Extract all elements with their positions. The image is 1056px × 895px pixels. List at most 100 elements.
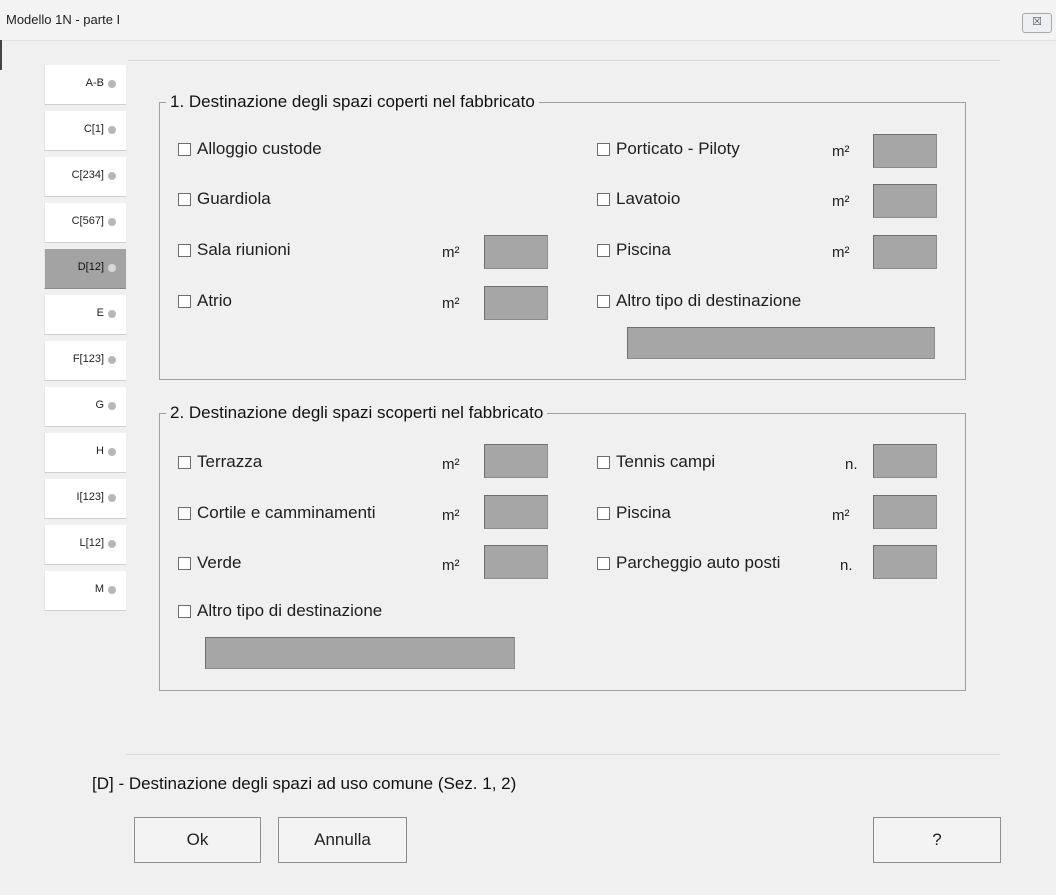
checkbox-box[interactable] — [597, 192, 610, 206]
tab-c-1[interactable]: C[1] — [44, 111, 126, 151]
checkbox-box[interactable] — [597, 506, 610, 520]
atrio-area-input[interactable] — [484, 286, 548, 320]
tab-l-12[interactable]: L[12] — [44, 525, 126, 565]
bottom-divider — [126, 754, 1000, 755]
checkbox-box[interactable] — [597, 455, 610, 469]
tab-g[interactable]: G — [44, 387, 126, 427]
help-button[interactable]: ? — [873, 817, 1001, 863]
tab-label: I[123] — [76, 491, 104, 503]
checkbox-piscina-coperta[interactable]: Piscina — [597, 240, 671, 260]
status-dot-icon — [108, 80, 116, 88]
checkbox-label: Piscina — [616, 503, 671, 522]
checkbox-porticato-piloty[interactable]: Porticato - Piloty — [597, 139, 740, 159]
terrazza-area-input[interactable] — [484, 444, 548, 478]
checkbox-verde[interactable]: Verde — [178, 553, 241, 573]
dialog-window: Modello 1N - parte I ☒ A-B C[1] C[234] C[56… — [0, 0, 1056, 895]
tab-c-567[interactable]: C[567] — [44, 203, 126, 243]
checkbox-label: Terrazza — [197, 452, 263, 471]
tab-i-123[interactable]: I[123] — [44, 479, 126, 519]
checkbox-label: Piscina — [616, 240, 671, 259]
checkbox-altro-destinazione-scoperta[interactable]: Altro tipo di destinazione — [178, 601, 382, 621]
checkbox-cortile-camminamenti[interactable]: Cortile e camminamenti — [178, 503, 376, 523]
status-dot-icon — [108, 494, 116, 502]
checkbox-box[interactable] — [178, 556, 191, 570]
checkbox-box[interactable] — [178, 294, 191, 308]
section-2-title: 2. Destinazione degli spazi scoperti nel… — [166, 403, 548, 423]
status-dot-icon — [108, 218, 116, 226]
unit-label: m² — [832, 244, 850, 261]
checkbox-label: Porticato - Piloty — [616, 139, 740, 158]
unit-label: m² — [442, 456, 460, 473]
cortile-area-input[interactable] — [484, 495, 548, 529]
unit-label: n. — [845, 456, 858, 473]
ok-button[interactable]: Ok — [134, 817, 261, 863]
top-divider — [128, 60, 1000, 61]
tab-h[interactable]: H — [44, 433, 126, 473]
status-dot-icon — [108, 356, 116, 364]
window-edge-marker — [0, 40, 2, 70]
checkbox-box[interactable] — [597, 556, 610, 570]
checkbox-alloggio-custode[interactable]: Alloggio custode — [178, 139, 322, 159]
altro-destinazione-scoperta-input[interactable] — [205, 637, 515, 669]
checkbox-box[interactable] — [178, 243, 191, 257]
tab-label: C[234] — [71, 169, 104, 181]
checkbox-guardiola[interactable]: Guardiola — [178, 189, 271, 209]
status-dot-icon — [108, 310, 116, 318]
altro-destinazione-coperta-input[interactable] — [627, 327, 935, 359]
status-dot-icon — [108, 540, 116, 548]
tab-c-234[interactable]: C[234] — [44, 157, 126, 197]
checkbox-box[interactable] — [597, 243, 610, 257]
unit-label: m² — [442, 507, 460, 524]
checkbox-box[interactable] — [178, 142, 191, 156]
tab-a-b[interactable]: A-B — [44, 65, 126, 105]
piscina-scoperta-area-input[interactable] — [873, 495, 937, 529]
checkbox-box[interactable] — [178, 192, 191, 206]
tab-f-123[interactable]: F[123] — [44, 341, 126, 381]
tab-label: L[12] — [79, 537, 104, 549]
checkbox-box[interactable] — [597, 142, 610, 156]
cancel-button[interactable]: Annulla — [278, 817, 407, 863]
checkbox-tennis-campi[interactable]: Tennis campi — [597, 452, 715, 472]
sala-riunioni-area-input[interactable] — [484, 235, 548, 269]
tennis-campi-count-input[interactable] — [873, 444, 937, 478]
unit-label: m² — [832, 507, 850, 524]
status-dot-icon — [108, 264, 116, 272]
checkbox-box[interactable] — [597, 294, 610, 308]
unit-label: n. — [840, 557, 853, 574]
checkbox-atrio[interactable]: Atrio — [178, 291, 232, 311]
checkbox-label: Lavatoio — [616, 189, 681, 208]
status-dot-icon — [108, 586, 116, 594]
unit-label: m² — [832, 143, 850, 160]
checkbox-box[interactable] — [178, 506, 191, 520]
tab-m[interactable]: M — [44, 571, 126, 611]
tab-label: G — [95, 399, 104, 411]
checkbox-sala-riunioni[interactable]: Sala riunioni — [178, 240, 291, 260]
tab-d-12[interactable]: D[12] — [44, 249, 126, 289]
porticato-area-input[interactable] — [873, 134, 937, 168]
checkbox-lavatoio[interactable]: Lavatoio — [597, 189, 680, 209]
checkbox-box[interactable] — [178, 604, 191, 618]
piscina-coperta-area-input[interactable] — [873, 235, 937, 269]
close-button[interactable]: ☒ — [1022, 13, 1052, 33]
tab-label: H — [96, 445, 104, 457]
checkbox-label: Sala riunioni — [197, 240, 291, 259]
tab-label: E — [96, 307, 104, 319]
parcheggio-posti-count-input[interactable] — [873, 545, 937, 579]
verde-area-input[interactable] — [484, 545, 548, 579]
checkbox-label: Altro tipo di destinazione — [616, 291, 802, 310]
checkbox-label: Alloggio custode — [197, 139, 322, 158]
checkbox-parcheggio-auto[interactable]: Parcheggio auto posti — [597, 553, 780, 573]
status-dot-icon — [108, 402, 116, 410]
checkbox-altro-destinazione-coperta[interactable]: Altro tipo di destinazione — [597, 291, 801, 311]
checkbox-terrazza[interactable]: Terrazza — [178, 452, 262, 472]
checkbox-box[interactable] — [178, 455, 191, 469]
tab-label: A-B — [85, 77, 104, 89]
tab-label: D[12] — [77, 261, 104, 273]
tab-e[interactable]: E — [44, 295, 126, 335]
title-bar: Modello 1N - parte I ☒ — [0, 0, 1056, 41]
unit-label: m² — [442, 557, 460, 574]
checkbox-piscina-scoperta[interactable]: Piscina — [597, 503, 671, 523]
tab-label: F[123] — [72, 353, 104, 365]
window-title: Modello 1N - parte I — [6, 12, 121, 27]
lavatoio-area-input[interactable] — [873, 184, 937, 218]
